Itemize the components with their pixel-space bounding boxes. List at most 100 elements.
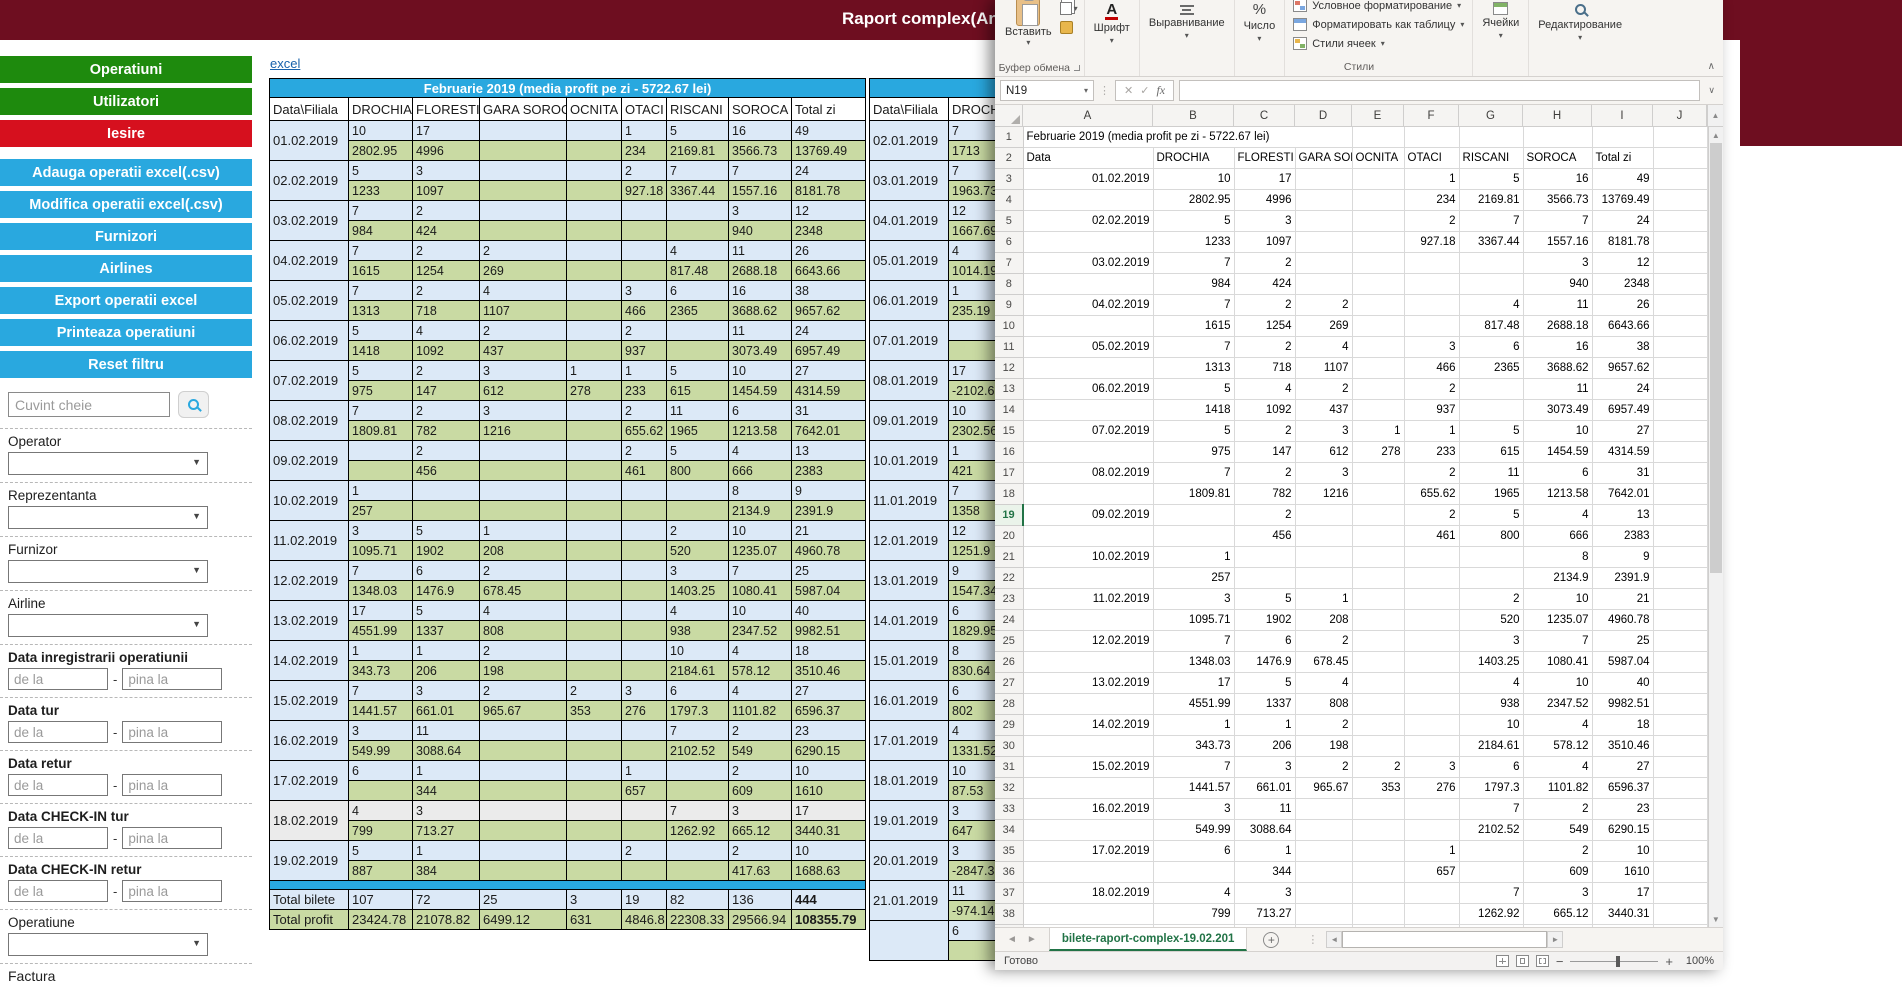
excel-cell[interactable]: 11 bbox=[1523, 295, 1592, 316]
excel-cell[interactable] bbox=[1023, 904, 1153, 925]
excel-cell[interactable] bbox=[1653, 169, 1707, 190]
sidebar-button-furnizori[interactable]: Furnizori bbox=[0, 223, 252, 250]
excel-cell[interactable]: 21 bbox=[1592, 589, 1653, 610]
excel-cell[interactable]: 975 bbox=[1153, 442, 1234, 463]
scroll-up-icon[interactable]: ▲ bbox=[1707, 105, 1723, 126]
data-inregistrarii-operatiunii-to-input[interactable] bbox=[122, 668, 222, 690]
excel-cell[interactable] bbox=[1653, 883, 1707, 904]
excel-cell[interactable]: 1 bbox=[1234, 715, 1295, 736]
excel-cell[interactable]: 3 bbox=[1459, 631, 1523, 652]
sidebar-button-utilizatori[interactable]: Utilizatori bbox=[0, 88, 252, 115]
excel-cell[interactable]: 8 bbox=[1523, 547, 1592, 568]
excel-cell[interactable]: 234 bbox=[1404, 190, 1459, 211]
excel-cell[interactable] bbox=[1404, 904, 1459, 925]
excel-cell[interactable] bbox=[1352, 316, 1404, 337]
insert-function-icon[interactable]: fx bbox=[1156, 83, 1165, 98]
excel-column-header-c[interactable]: C bbox=[1234, 105, 1295, 126]
excel-cell[interactable] bbox=[1352, 274, 1404, 295]
format-painter-button[interactable] bbox=[1060, 21, 1078, 34]
excel-cell[interactable]: 02.02.2019 bbox=[1023, 211, 1153, 232]
horizontal-scroll-thumb[interactable] bbox=[1342, 931, 1547, 948]
operator-select[interactable]: ▼ bbox=[8, 452, 208, 475]
data-check-in-tur-from-input[interactable] bbox=[8, 827, 108, 849]
excel-cell[interactable]: 11 bbox=[1234, 799, 1295, 820]
excel-cell[interactable]: 5 bbox=[1153, 379, 1234, 400]
excel-cell[interactable]: 2 bbox=[1295, 757, 1352, 778]
excel-cell[interactable]: 10 bbox=[1459, 715, 1523, 736]
excel-cell[interactable]: OCNITA bbox=[1352, 148, 1404, 169]
excel-cell[interactable]: 31 bbox=[1592, 463, 1653, 484]
excel-cell[interactable] bbox=[1295, 568, 1352, 589]
excel-cell[interactable] bbox=[1404, 610, 1459, 631]
excel-cell[interactable]: 27 bbox=[1592, 757, 1653, 778]
search-button[interactable] bbox=[178, 391, 209, 418]
excel-cell[interactable] bbox=[1653, 778, 1707, 799]
zoom-out-icon[interactable]: − bbox=[1556, 954, 1564, 969]
excel-cell[interactable]: 2 bbox=[1295, 715, 1352, 736]
excel-cell[interactable] bbox=[1653, 904, 1707, 925]
excel-cell[interactable]: 09.02.2019 bbox=[1023, 505, 1153, 526]
excel-cell[interactable] bbox=[1352, 862, 1404, 883]
excel-cell[interactable] bbox=[1352, 232, 1404, 253]
excel-cell[interactable] bbox=[1404, 673, 1459, 694]
excel-row-header[interactable]: 13 bbox=[995, 379, 1023, 400]
excel-cell[interactable]: 4 bbox=[1234, 379, 1295, 400]
excel-cell[interactable]: 4 bbox=[1295, 337, 1352, 358]
excel-cell[interactable] bbox=[1653, 820, 1707, 841]
excel-cell[interactable]: 4 bbox=[1523, 505, 1592, 526]
excel-cell[interactable]: 7 bbox=[1459, 211, 1523, 232]
excel-column-header-f[interactable]: F bbox=[1404, 105, 1459, 126]
excel-cell[interactable]: 1965 bbox=[1459, 484, 1523, 505]
excel-cell[interactable]: 9982.51 bbox=[1592, 694, 1653, 715]
data-retur-from-input[interactable] bbox=[8, 774, 108, 796]
excel-row-header[interactable]: 11 bbox=[995, 337, 1023, 358]
excel-cell[interactable]: 3566.73 bbox=[1523, 190, 1592, 211]
scroll-down-icon[interactable]: ▼ bbox=[1709, 911, 1723, 927]
excel-cell[interactable]: 5 bbox=[1234, 673, 1295, 694]
excel-cell[interactable]: 578.12 bbox=[1523, 736, 1592, 757]
excel-cell[interactable] bbox=[1295, 190, 1352, 211]
excel-cell[interactable]: 353 bbox=[1352, 778, 1404, 799]
excel-cell[interactable]: 1 bbox=[1295, 589, 1352, 610]
excel-cell[interactable]: 1233 bbox=[1153, 232, 1234, 253]
excel-cell[interactable] bbox=[1653, 400, 1707, 421]
excel-cell[interactable] bbox=[1295, 862, 1352, 883]
excel-cell[interactable]: 2 bbox=[1404, 211, 1459, 232]
excel-cell[interactable]: 3 bbox=[1295, 421, 1352, 442]
excel-cell[interactable]: 2802.95 bbox=[1153, 190, 1234, 211]
excel-cell[interactable] bbox=[1295, 211, 1352, 232]
excel-cell[interactable]: 3073.49 bbox=[1523, 400, 1592, 421]
excel-cell[interactable] bbox=[1023, 400, 1153, 421]
excel-row-header[interactable]: 6 bbox=[995, 232, 1023, 253]
excel-row-header[interactable]: 35 bbox=[995, 841, 1023, 862]
excel-cell[interactable]: 3 bbox=[1234, 757, 1295, 778]
excel-cell[interactable]: 1418 bbox=[1153, 400, 1234, 421]
excel-cell[interactable]: 2 bbox=[1234, 253, 1295, 274]
excel-cell[interactable] bbox=[1352, 610, 1404, 631]
excel-cell[interactable]: 5 bbox=[1153, 421, 1234, 442]
excel-cell[interactable] bbox=[1404, 820, 1459, 841]
excel-cell[interactable] bbox=[1404, 799, 1459, 820]
excel-cell[interactable] bbox=[1352, 337, 1404, 358]
excel-cell[interactable]: 16 bbox=[1523, 169, 1592, 190]
excel-cell[interactable] bbox=[1404, 694, 1459, 715]
excel-cell[interactable] bbox=[1153, 505, 1234, 526]
excel-cell[interactable]: Februarie 2019 (media profit pe zi - 572… bbox=[1023, 127, 1352, 148]
excel-cell[interactable] bbox=[1023, 316, 1153, 337]
excel-cell[interactable]: Total zi bbox=[1592, 148, 1653, 169]
excel-cell[interactable] bbox=[1023, 736, 1153, 757]
excel-cell[interactable] bbox=[1653, 211, 1707, 232]
excel-row-header[interactable]: 23 bbox=[995, 589, 1023, 610]
excel-cell[interactable] bbox=[1653, 442, 1707, 463]
excel-cell[interactable] bbox=[1352, 904, 1404, 925]
excel-cell[interactable]: 17 bbox=[1234, 169, 1295, 190]
excel-cell[interactable]: 7 bbox=[1153, 295, 1234, 316]
excel-cell[interactable] bbox=[1023, 232, 1153, 253]
excel-row-header[interactable]: 32 bbox=[995, 778, 1023, 799]
excel-cell[interactable]: 7 bbox=[1153, 757, 1234, 778]
excel-cell[interactable]: 2 bbox=[1295, 295, 1352, 316]
excel-cell[interactable]: 4 bbox=[1459, 295, 1523, 316]
expand-formula-bar-icon[interactable]: ∨ bbox=[1705, 85, 1718, 96]
excel-cell[interactable]: 15.02.2019 bbox=[1023, 757, 1153, 778]
excel-cell[interactable] bbox=[1023, 190, 1153, 211]
